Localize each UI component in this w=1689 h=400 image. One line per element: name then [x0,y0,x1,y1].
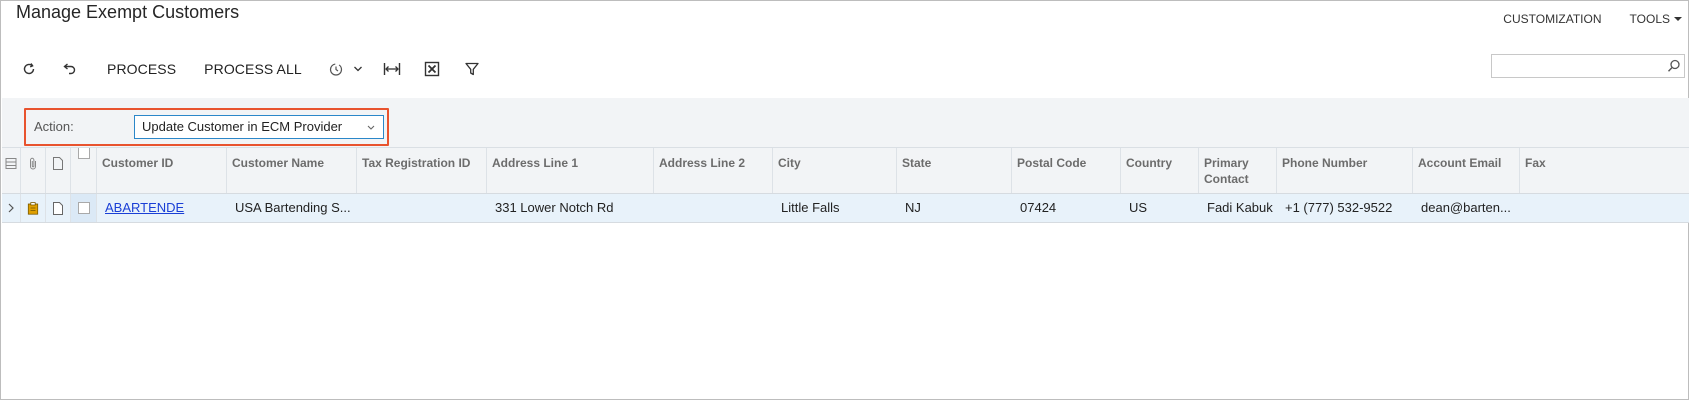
attachments-header[interactable] [21,148,46,193]
caret-down-icon [1674,17,1682,21]
filter-icon [465,62,479,76]
col-customer-name[interactable]: Customer Name [227,148,357,193]
col-primary-contact-line2: Contact [1204,172,1249,186]
paperclip-icon [30,157,36,170]
top-links: CUSTOMIZATION TOOLS [1503,12,1682,26]
page-title: Manage Exempt Customers [16,2,240,22]
refresh-icon [23,63,35,75]
grid-header: Customer ID Customer Name Tax Registrati… [2,148,1689,194]
clipboard-icon [27,202,39,215]
tools-menu[interactable]: TOOLS [1630,12,1682,26]
row-selector-header[interactable] [2,148,21,193]
document-icon [53,202,63,215]
col-phone-number[interactable]: Phone Number [1277,148,1413,193]
tools-label: TOOLS [1629,12,1670,26]
cell-country: US [1129,200,1148,215]
select-all-checkbox[interactable] [78,148,90,159]
row-attachment[interactable] [21,194,46,222]
row-checkbox[interactable] [78,202,90,214]
refresh-button[interactable] [15,56,43,82]
col-primary-contact[interactable]: Primary Contact [1199,148,1277,193]
cell-customer-name: USA Bartending S... [235,200,351,215]
window-frame: Manage Exempt Customers CUSTOMIZATION TO… [0,0,1689,400]
row-expand[interactable] [2,194,21,222]
notes-header[interactable] [46,148,71,193]
filter-button[interactable] [458,56,486,82]
undo-button[interactable] [55,56,83,82]
cell-customer-id: ABARTENDE [97,194,227,222]
schedule-dropdown-button[interactable] [350,56,366,82]
chevron-right-icon [8,203,14,213]
search-box [1491,54,1685,78]
col-tax-registration-id[interactable]: Tax Registration ID [357,148,487,193]
cell-tax-registration-id [357,194,487,222]
search-input[interactable] [1492,55,1662,77]
cell-account-email: dean@barten... [1421,200,1511,215]
cell-state: NJ [905,200,921,215]
fit-to-screen-icon [383,63,400,75]
chevron-down-icon [367,125,375,130]
row-select [71,194,97,222]
select-all-header [71,148,97,193]
process-button[interactable]: PROCESS [93,61,190,77]
excel-icon [424,61,439,77]
action-label: Action: [34,119,74,134]
cell-address-line-2 [654,194,773,222]
cell-city: Little Falls [781,200,840,215]
customers-grid: Customer ID Customer Name Tax Registrati… [2,148,1689,223]
cell-phone-number: +1 (777) 532-9522 [1285,200,1393,215]
fit-columns-button[interactable] [378,56,406,82]
undo-icon [63,63,76,75]
settings-grid-icon [5,158,17,169]
col-address-line-2[interactable]: Address Line 2 [654,148,773,193]
col-address-line-1[interactable]: Address Line 1 [487,148,654,193]
cell-postal-code: 07424 [1020,200,1057,215]
schedule-icon [329,63,342,76]
process-all-button[interactable]: PROCESS ALL [190,61,316,77]
col-state[interactable]: State [897,148,1012,193]
col-country[interactable]: Country [1121,148,1199,193]
customization-menu[interactable]: CUSTOMIZATION [1503,12,1601,26]
cell-address-line-1: 331 Lower Notch Rd [495,200,614,215]
export-excel-button[interactable] [418,56,446,82]
document-icon [53,157,63,170]
schedule-button[interactable] [322,56,350,82]
col-account-email[interactable]: Account Email [1413,148,1520,193]
col-postal-code[interactable]: Postal Code [1012,148,1121,193]
table-row[interactable]: ABARTENDE USA Bartending S... 331 Lower … [2,194,1689,223]
cell-primary-contact: Fadi Kabuk [1207,200,1273,215]
col-city[interactable]: City [773,148,897,193]
cell-fax [1520,194,1689,222]
col-fax[interactable]: Fax [1520,148,1689,193]
row-note[interactable] [46,194,71,222]
col-customer-id[interactable]: Customer ID [97,148,227,193]
chevron-down-icon [353,66,362,72]
customer-id-link[interactable]: ABARTENDE [105,200,184,215]
toolbar: PROCESS PROCESS ALL [15,56,486,82]
search-icon[interactable] [1667,59,1681,73]
action-select-value: Update Customer in ECM Provider [142,119,343,134]
col-primary-contact-line1: Primary [1204,156,1249,170]
action-select[interactable]: Update Customer in ECM Provider [134,115,384,139]
